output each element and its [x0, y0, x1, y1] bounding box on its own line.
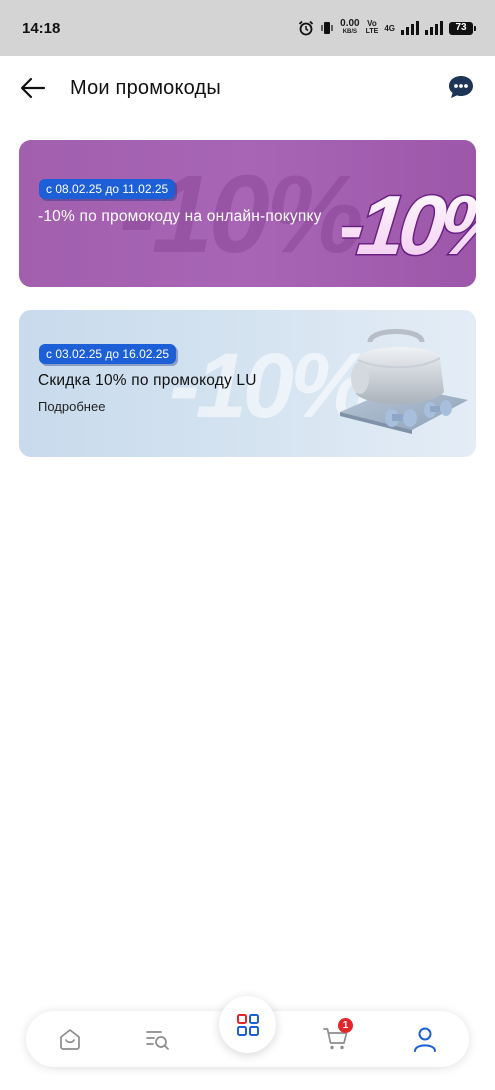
network-type: 4G: [384, 23, 395, 33]
promo-card-online[interactable]: -10% -10% с 08.02.25 до 11.02.25 -10% по…: [19, 140, 476, 287]
details-link[interactable]: Подробнее: [38, 399, 105, 414]
signal-icon: [401, 21, 419, 35]
arrow-left-icon: [20, 77, 46, 99]
nav-catalog-search[interactable]: [144, 1025, 172, 1053]
signal-icon-2: [425, 21, 443, 35]
status-bar: 14:18 0.00 KB/S Vo LTE 4G 73: [0, 0, 495, 56]
vibrate-icon: [321, 22, 333, 34]
promo-date-badge: с 08.02.25 до 11.02.25: [39, 179, 176, 199]
promo-date-badge: с 03.02.25 до 16.02.25: [39, 344, 177, 364]
promo-card-lu[interactable]: -10% с 03.02.25 до 16.02.25 Скидка 10% п…: [19, 310, 476, 457]
status-time: 14:18: [22, 19, 61, 37]
nav-cart[interactable]: 1: [322, 1018, 353, 1053]
battery-icon: 73: [449, 21, 476, 35]
list-search-icon: [146, 1031, 169, 1050]
grid-icon: [236, 1013, 259, 1036]
user-icon: [414, 1027, 436, 1052]
page-title: Мои промокоды: [70, 76, 221, 99]
discount-art: -10%: [342, 177, 476, 274]
promo-codes-screen: 14:18 0.00 KB/S Vo LTE 4G 73 Мои промоко…: [0, 0, 495, 1090]
alarm-icon: [299, 20, 314, 36]
back-button[interactable]: [20, 75, 46, 101]
cart-count-badge: 1: [338, 1018, 353, 1033]
battery-level: 73: [455, 22, 467, 33]
chat-button[interactable]: [447, 73, 475, 101]
home-icon: [60, 1029, 80, 1050]
chat-bubble-icon: [449, 76, 473, 98]
promo-title: -10% по промокоду на онлайн-покупку: [38, 208, 322, 225]
sports-bag-illustration: [340, 329, 468, 434]
volte-indicator: Vo LTE: [365, 19, 379, 36]
promo-title: Скидка 10% по промокоду LU: [38, 372, 257, 389]
discount-art-text: -10%: [342, 178, 476, 272]
app-header: Мои промокоды: [0, 56, 495, 120]
network-speed: 0.00 KB/S: [340, 18, 360, 36]
nav-profile[interactable]: [411, 1025, 439, 1053]
nav-home[interactable]: [56, 1025, 84, 1053]
status-icons: 0.00 KB/S Vo LTE 4G 73: [298, 18, 476, 36]
nav-catalog[interactable]: [219, 996, 276, 1053]
